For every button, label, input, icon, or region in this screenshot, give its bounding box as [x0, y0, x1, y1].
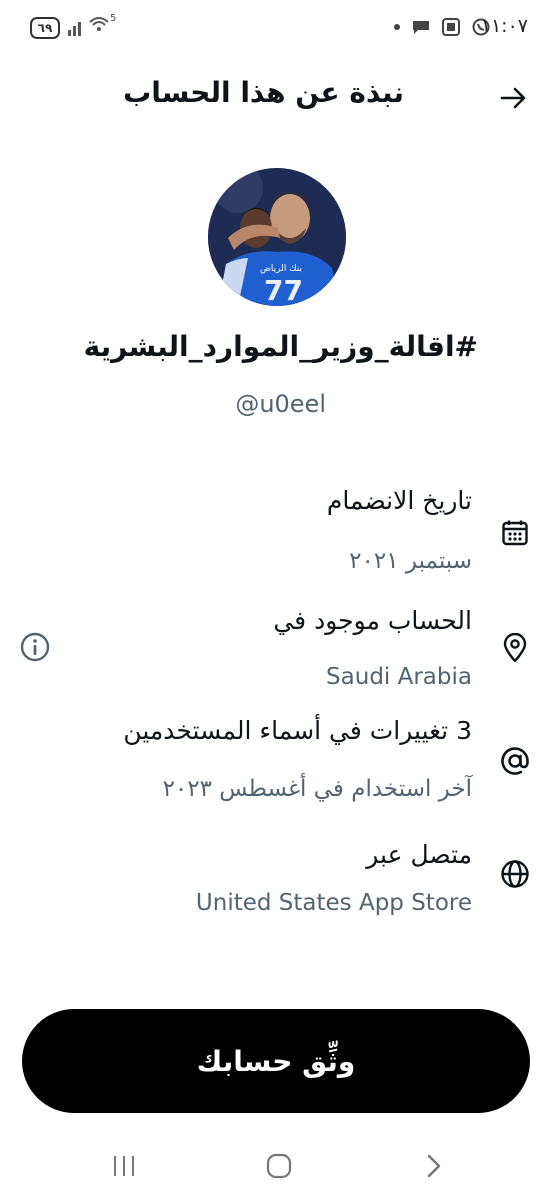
- location-value: Saudi Arabia: [326, 664, 472, 690]
- signal-icon: [68, 20, 81, 36]
- dot-icon: [394, 24, 400, 30]
- username-changes-value: آخر استخدام في أغسطس ٢٠٢٣: [162, 776, 472, 802]
- calendar-icon: [500, 518, 530, 548]
- wifi-icon: 5: [88, 12, 117, 34]
- header: نبذة عن هذا الحساب: [0, 58, 554, 134]
- globe-icon: [500, 859, 530, 889]
- home-button[interactable]: [259, 1150, 299, 1182]
- at-sign-icon: [500, 746, 530, 776]
- battery-icon: ٦٩: [30, 17, 60, 39]
- status-bar: ٦٩ 5 ١١:٠٧: [0, 0, 554, 58]
- info-button[interactable]: [18, 630, 52, 664]
- location-title: الحساب موجود في: [273, 606, 472, 635]
- chevron-right-icon: [427, 1154, 441, 1178]
- verify-account-button[interactable]: وثِّق حسابك: [22, 1009, 530, 1113]
- system-nav-bar: [0, 1130, 554, 1200]
- avatar[interactable]: بنك الرياض 77: [208, 168, 346, 306]
- back-nav-button[interactable]: [414, 1150, 454, 1182]
- connected-via-value: United States App Store: [195, 890, 472, 916]
- jersey-number: 77: [264, 274, 303, 306]
- display-name: #اقالة_وزير_الموارد_البشرية: [83, 330, 478, 363]
- join-date-title: تاريخ الانضمام: [326, 486, 472, 515]
- message-icon: [413, 21, 429, 34]
- avatar-image: بنك الرياض 77: [208, 168, 346, 306]
- recent-apps-icon: [114, 1156, 134, 1176]
- home-icon: [266, 1153, 292, 1179]
- username: @u0eel: [235, 390, 326, 418]
- battery-level: ٦٩: [37, 21, 53, 35]
- notification-icons: [394, 18, 490, 36]
- location-pin-icon: [500, 633, 530, 663]
- wifi-band: 5: [110, 12, 117, 24]
- jersey-sponsor: بنك الرياض: [260, 264, 302, 274]
- connected-via-title: متصل عبر: [366, 840, 472, 869]
- arrow-right-icon: [500, 87, 526, 109]
- info-icon: [20, 632, 50, 662]
- back-button[interactable]: [496, 80, 532, 116]
- clock: ١١:٠٧: [480, 15, 528, 37]
- screenshot-icon: [442, 18, 460, 36]
- page-title: نبذة عن هذا الحساب: [123, 76, 404, 109]
- join-date-value: سبتمبر ٢٠٢١: [349, 548, 472, 574]
- recent-apps-button[interactable]: [104, 1150, 144, 1182]
- username-changes-title: 3 تغييرات في أسماء المستخدمين: [123, 716, 472, 745]
